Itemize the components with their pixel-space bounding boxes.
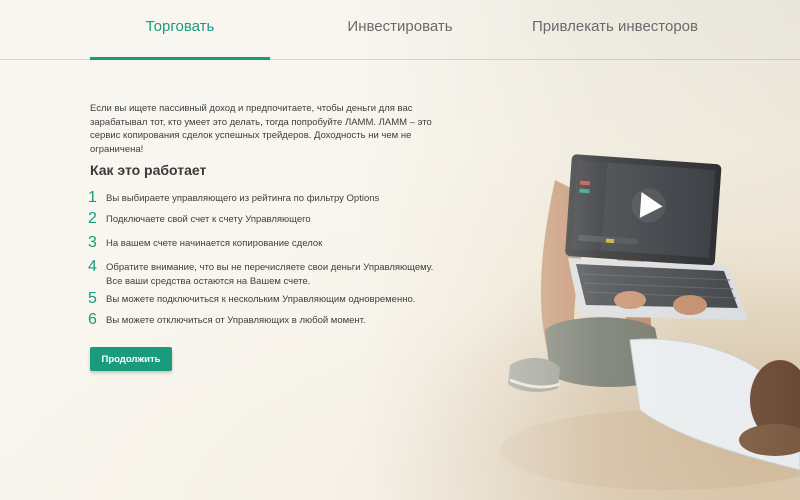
step-number: 3 (88, 234, 97, 251)
step-number: 2 (88, 210, 97, 227)
step-item: 5 Вы можете подключиться к нескольким Уп… (88, 291, 415, 307)
step-number: 1 (88, 189, 97, 206)
tab-bar: Торговать Инвестировать Привлекать инвес… (0, 0, 800, 60)
active-tab-indicator (90, 57, 270, 60)
step-item: 6 Вы можете отключиться от Управляющих в… (88, 312, 366, 328)
tab-invest[interactable]: Инвестировать (310, 18, 490, 60)
continue-button[interactable]: Продолжить (90, 347, 172, 371)
tab-trade[interactable]: Торговать (90, 18, 270, 60)
step-item: 4 Обратите внимание, что вы не перечисля… (88, 259, 446, 288)
step-number: 6 (88, 311, 97, 328)
step-text: Обратите внимание, что вы не перечисляет… (106, 262, 434, 287)
intro-paragraph: Если вы ищете пассивный доход и предпочи… (90, 103, 432, 155)
step-text: Подключаете свой счет к счету Управляюще… (106, 214, 311, 225)
section-title: Как это работает (90, 162, 207, 178)
step-text: На вашем счете начинается копирование сд… (106, 238, 323, 249)
step-item: 1 Вы выбираете управляющего из рейтинга … (88, 190, 379, 206)
tab-attract-investors[interactable]: Привлекать инвесторов (520, 18, 710, 60)
step-text: Вы можете подключиться к нескольким Упра… (106, 294, 416, 305)
step-number: 5 (88, 290, 97, 307)
step-text: Вы можете отключиться от Управляющих в л… (106, 315, 366, 326)
step-text: Вы выбираете управляющего из рейтинга по… (106, 193, 380, 204)
step-item: 2 Подключаете свой счет к счету Управляю… (88, 211, 311, 227)
step-item: 3 На вашем счете начинается копирование … (88, 235, 322, 251)
step-number: 4 (88, 258, 97, 275)
